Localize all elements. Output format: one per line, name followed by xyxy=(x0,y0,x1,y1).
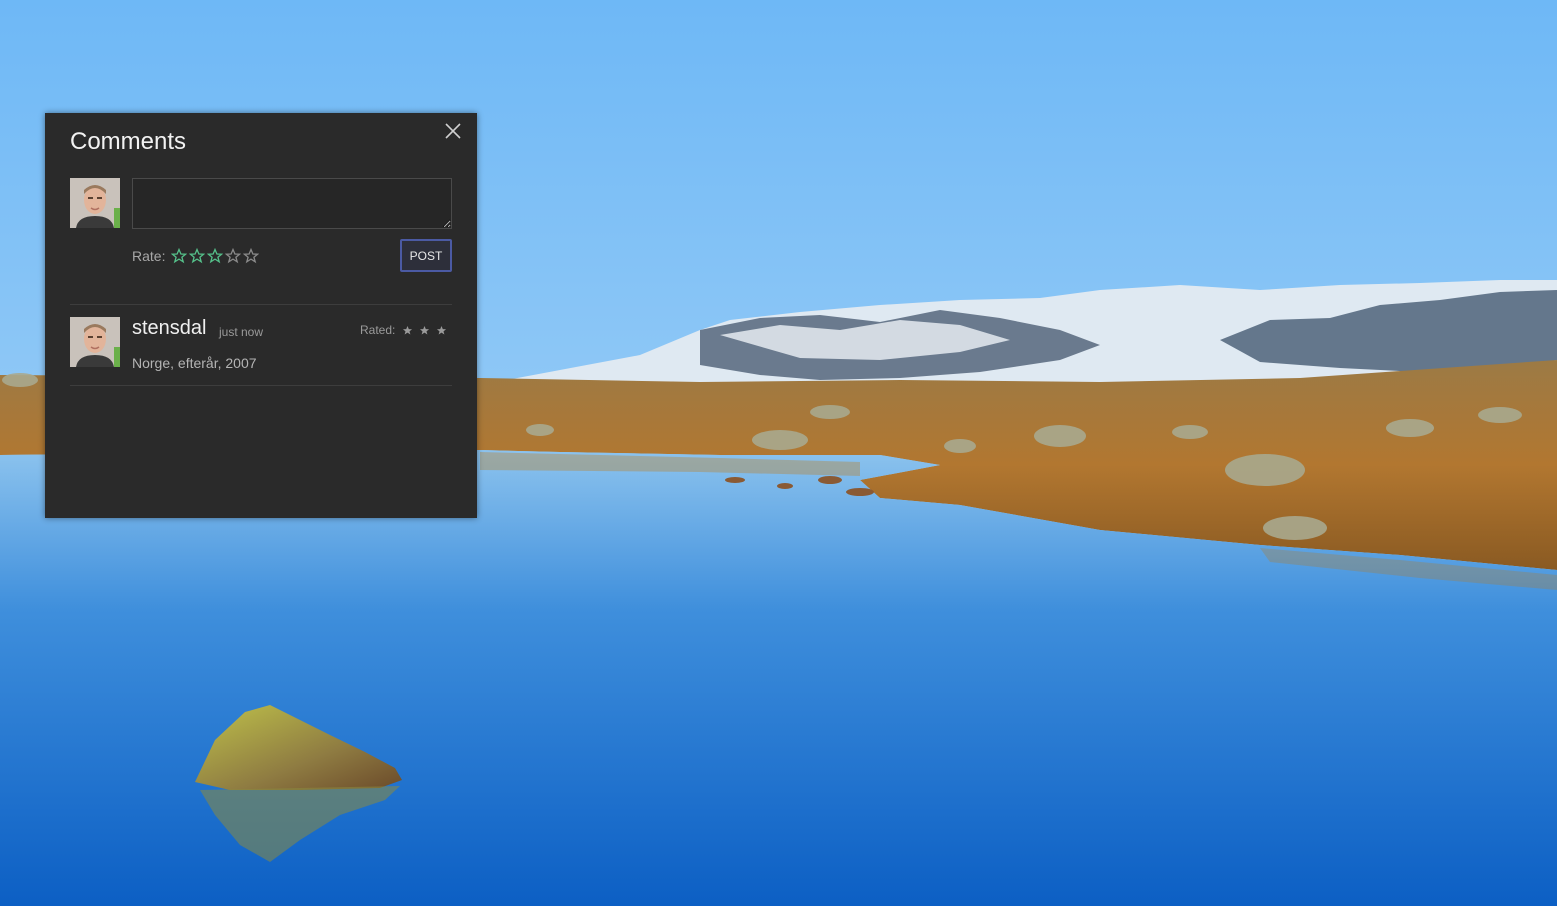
comment-rating: Rated: xyxy=(360,323,450,337)
star-icon-4[interactable] xyxy=(225,248,242,264)
rate-label: Rate: xyxy=(132,248,166,264)
comment-input[interactable] xyxy=(132,178,452,229)
comments-panel: Comments Rate: POST stensdal just now Ra… xyxy=(45,113,477,518)
post-button[interactable]: POST xyxy=(400,239,452,272)
rated-star-icon-1 xyxy=(403,325,413,334)
comment-username[interactable]: stensdal xyxy=(132,317,207,340)
star-icon-1[interactable] xyxy=(171,248,188,264)
star-icon-3[interactable] xyxy=(207,248,224,264)
comment-avatar xyxy=(70,317,120,367)
star-icon-2[interactable] xyxy=(189,248,206,264)
close-icon[interactable] xyxy=(444,122,462,140)
rating-picker: Rate: xyxy=(132,246,261,266)
rated-label: Rated: xyxy=(360,323,396,337)
comment-text: Norge, efterår, 2007 xyxy=(132,355,257,371)
rated-star-icon-2 xyxy=(420,325,430,334)
comment-timestamp: just now xyxy=(219,325,264,339)
star-icon-5[interactable] xyxy=(243,248,260,264)
panel-title: Comments xyxy=(70,128,187,155)
divider xyxy=(70,385,452,386)
rated-star-icon-3 xyxy=(437,325,447,334)
divider xyxy=(70,304,452,305)
current-user-avatar xyxy=(70,178,120,228)
